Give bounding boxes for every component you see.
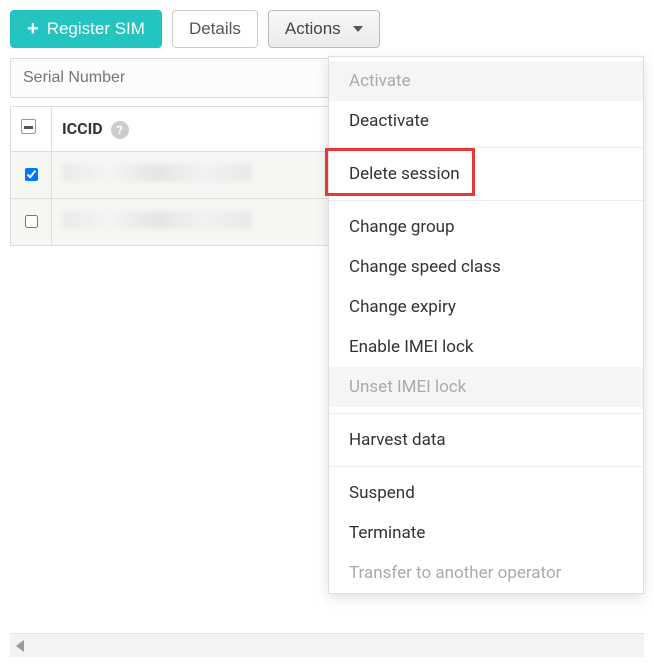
menu-divider: [329, 413, 643, 414]
menu-item-change-expiry[interactable]: Change expiry: [329, 287, 643, 327]
menu-item-delete-session[interactable]: Delete session: [329, 154, 643, 194]
scroll-left-icon[interactable]: [16, 640, 24, 652]
details-button[interactable]: Details: [172, 10, 258, 48]
actions-label: Actions: [285, 19, 341, 39]
redacted-iccid: [62, 211, 252, 229]
menu-divider: [329, 200, 643, 201]
register-sim-button[interactable]: + Register SIM: [10, 10, 162, 48]
iccid-header-label: ICCID: [62, 119, 103, 138]
menu-item-suspend[interactable]: Suspend: [329, 473, 643, 513]
menu-item-deactivate[interactable]: Deactivate: [329, 101, 643, 141]
actions-dropdown-menu: Activate Deactivate Delete session Chang…: [328, 56, 644, 594]
details-label: Details: [189, 19, 241, 39]
actions-dropdown-button[interactable]: Actions: [268, 10, 380, 48]
menu-divider: [329, 147, 643, 148]
toolbar: + Register SIM Details Actions: [10, 10, 644, 48]
help-icon[interactable]: ?: [111, 121, 129, 139]
horizontal-scrollbar[interactable]: [10, 633, 644, 657]
menu-item-transfer-operator: Transfer to another operator: [329, 553, 643, 593]
menu-item-activate: Activate: [329, 61, 643, 101]
menu-item-enable-imei-lock[interactable]: Enable IMEI lock: [329, 327, 643, 367]
plus-icon: +: [27, 19, 39, 39]
indeterminate-checkbox-icon[interactable]: [21, 119, 36, 134]
menu-item-change-group[interactable]: Change group: [329, 207, 643, 247]
menu-item-harvest-data[interactable]: Harvest data: [329, 420, 643, 460]
row-checkbox[interactable]: [25, 215, 38, 228]
menu-divider: [329, 466, 643, 467]
menu-item-change-speed-class[interactable]: Change speed class: [329, 247, 643, 287]
caret-down-icon: [353, 26, 363, 32]
register-sim-label: Register SIM: [47, 19, 145, 39]
redacted-iccid: [62, 164, 252, 182]
row-checkbox[interactable]: [25, 168, 38, 181]
menu-item-unset-imei-lock: Unset IMEI lock: [329, 367, 643, 407]
select-all-header[interactable]: [11, 107, 52, 152]
menu-item-terminate[interactable]: Terminate: [329, 513, 643, 553]
